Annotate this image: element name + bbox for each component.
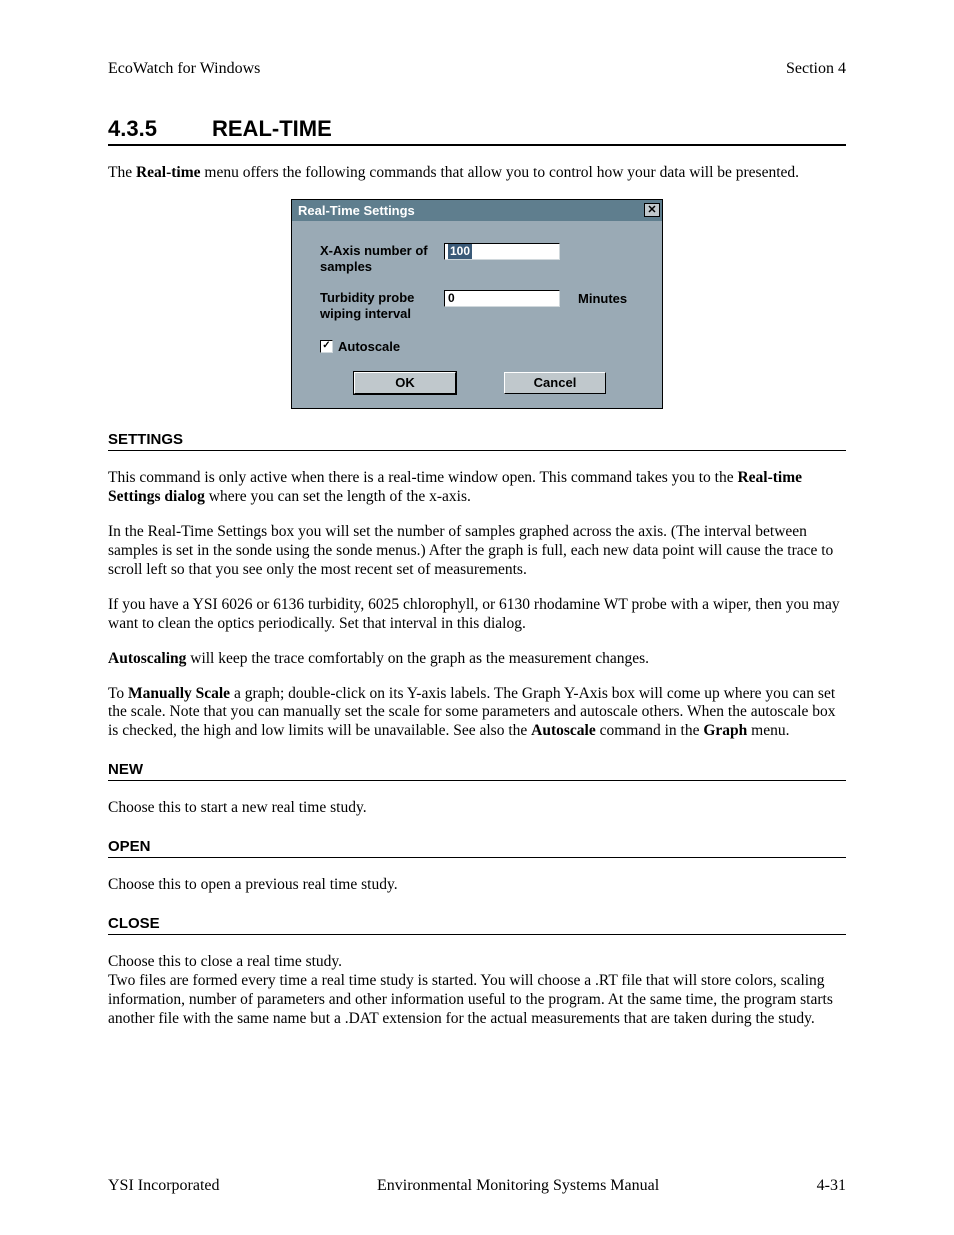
open-heading: OPEN — [108, 838, 846, 855]
cancel-button[interactable]: Cancel — [504, 372, 606, 394]
close-icon[interactable]: ✕ — [644, 203, 660, 217]
settings-rule — [108, 450, 846, 451]
new-heading: NEW — [108, 761, 846, 778]
settings-p4: Autoscaling will keep the trace comforta… — [108, 650, 846, 669]
new-paragraph: Choose this to start a new real time stu… — [108, 799, 846, 818]
footer-mid: Environmental Monitoring Systems Manual — [220, 1177, 817, 1195]
open-rule — [108, 857, 846, 858]
turbidity-input[interactable]: 0 — [444, 290, 560, 307]
turbidity-label: Turbidity probe wiping interval — [320, 290, 444, 321]
header-left: EcoWatch for Windows — [108, 60, 260, 78]
minutes-label: Minutes — [578, 290, 627, 307]
header-right: Section 4 — [786, 60, 846, 78]
autoscale-label: Autoscale — [338, 339, 400, 354]
realtime-settings-dialog: Real-Time Settings ✕ X-Axis number of sa… — [291, 199, 663, 409]
ok-button[interactable]: OK — [354, 372, 456, 394]
footer-left: YSI Incorporated — [108, 1177, 220, 1195]
settings-p2: In the Real-Time Settings box you will s… — [108, 523, 846, 580]
close-p1: Choose this to close a real time study. — [108, 953, 846, 972]
open-paragraph: Choose this to open a previous real time… — [108, 876, 846, 895]
dialog-title: Real-Time Settings — [298, 203, 415, 218]
xaxis-input[interactable]: 100 — [444, 243, 560, 260]
xaxis-label: X-Axis number of samples — [320, 243, 444, 274]
settings-p3: If you have a YSI 6026 or 6136 turbidity… — [108, 596, 846, 634]
footer-right: 4-31 — [817, 1177, 846, 1195]
settings-heading: SETTINGS — [108, 431, 846, 448]
settings-p5: To Manually Scale a graph; double-click … — [108, 685, 846, 742]
intro-paragraph: The Real-time menu offers the following … — [108, 164, 846, 183]
autoscale-checkbox[interactable]: ✓ — [320, 340, 333, 353]
heading-rule — [108, 144, 846, 146]
section-title: REAL-TIME — [212, 116, 332, 141]
new-rule — [108, 780, 846, 781]
close-heading: CLOSE — [108, 915, 846, 932]
dialog-titlebar: Real-Time Settings ✕ — [292, 200, 662, 221]
close-p2: Two files are formed every time a real t… — [108, 972, 846, 1029]
close-rule — [108, 934, 846, 935]
settings-p1: This command is only active when there i… — [108, 469, 846, 507]
section-heading: 4.3.5 REAL-TIME — [108, 116, 846, 142]
section-number: 4.3.5 — [108, 116, 208, 142]
